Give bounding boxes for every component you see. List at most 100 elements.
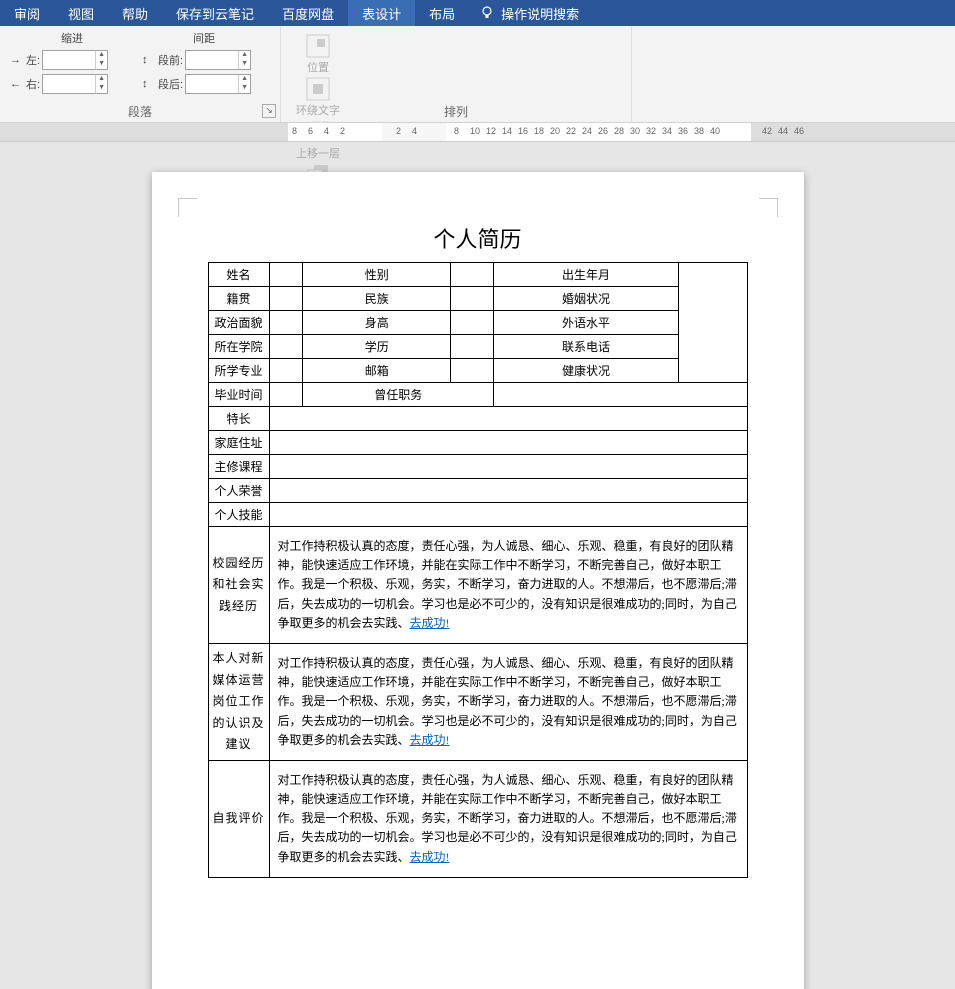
wrap-icon [305, 76, 331, 102]
cell-email-label[interactable]: 邮箱 [303, 359, 451, 383]
ruler-tick: 16 [518, 126, 528, 136]
spin-down[interactable]: ▼ [96, 60, 107, 69]
tab-baidu[interactable]: 百度网盘 [268, 0, 348, 26]
cell[interactable] [269, 503, 747, 527]
indent-right-spinner[interactable]: ▲▼ [42, 74, 108, 94]
cell-edu-label[interactable]: 学历 [303, 335, 451, 359]
space-after-spinner[interactable]: ▲▼ [185, 74, 251, 94]
cell-honor-label[interactable]: 个人荣誉 [208, 479, 269, 503]
cell-post-label[interactable]: 曾任职务 [303, 383, 494, 407]
tab-table-design[interactable]: 表设计 [348, 0, 415, 26]
tell-me-search[interactable]: 操作说明搜索 [469, 4, 589, 23]
cell[interactable] [269, 359, 303, 383]
ruler-tick: 30 [630, 126, 640, 136]
cell[interactable] [269, 263, 303, 287]
section-opinion-content[interactable]: 对工作持积极认真的态度，责任心强，为人诚恳、细心、乐观、稳重，有良好的团队精神，… [269, 643, 747, 760]
spin-up[interactable]: ▲ [96, 75, 107, 84]
ruler-tick: 18 [534, 126, 544, 136]
workspace[interactable]: 个人简历 姓名 性别 出生年月 籍贯 民族 婚姻状况 政治面貌 身高 外语水平 所在学院 学历… [0, 142, 955, 989]
section-campus-label[interactable]: 校园经历和社会实践经历 [208, 527, 269, 644]
cell[interactable] [269, 287, 303, 311]
lightbulb-icon [479, 5, 495, 21]
cell-ethnic-label[interactable]: 民族 [303, 287, 451, 311]
cell-lang-label[interactable]: 外语水平 [494, 311, 678, 335]
ruler-tick: 4 [412, 126, 417, 136]
cell-courses-label[interactable]: 主修课程 [208, 455, 269, 479]
spin-up[interactable]: ▲ [239, 75, 250, 84]
cell[interactable] [269, 311, 303, 335]
section-campus-content[interactable]: 对工作持积极认真的态度，责任心强，为人诚恳、细心、乐观、稳重，有良好的团队精神，… [269, 527, 747, 644]
cell-skill-label[interactable]: 个人技能 [208, 503, 269, 527]
cell[interactable] [269, 383, 303, 407]
cell[interactable] [451, 263, 494, 287]
cell-specialty-label[interactable]: 特长 [208, 407, 269, 431]
paragraph-launcher[interactable]: ↘ [262, 104, 276, 118]
space-after-input[interactable] [186, 75, 238, 93]
tab-view[interactable]: 视图 [54, 0, 108, 26]
indent-left-icon: → [10, 54, 26, 66]
horizontal-ruler[interactable]: 8642248101214161820222426283032343638404… [0, 123, 955, 142]
document-title[interactable]: 个人简历 [208, 222, 748, 254]
tab-help[interactable]: 帮助 [108, 0, 162, 26]
indent-title: 缩进 [10, 30, 134, 46]
cell-health-label[interactable]: 健康状况 [494, 359, 678, 383]
space-before-spinner[interactable]: ▲▼ [185, 50, 251, 70]
space-after-icon: ↕ [142, 78, 158, 90]
space-before-input[interactable] [186, 51, 238, 69]
link[interactable]: 去成功! [410, 850, 450, 864]
cell[interactable] [494, 383, 747, 407]
cell[interactable] [269, 407, 747, 431]
indent-right-input[interactable] [43, 75, 95, 93]
cell-address-label[interactable]: 家庭住址 [208, 431, 269, 455]
cell[interactable] [451, 311, 494, 335]
section-opinion-label[interactable]: 本人对新媒体运营岗位工作的认识及建议 [208, 643, 269, 760]
link[interactable]: 去成功! [410, 733, 450, 747]
cell[interactable] [269, 335, 303, 359]
photo-cell[interactable] [678, 263, 747, 383]
cell-marriage-label[interactable]: 婚姻状况 [494, 287, 678, 311]
tab-save-cloud[interactable]: 保存到云笔记 [162, 0, 268, 26]
group-arrange: 位置 环绕文字 上移一层 下移一层 选择窗格 对齐▾ 组合▾ 旋转▾ 排列 [281, 26, 632, 122]
cell-grad-label[interactable]: 毕业时间 [208, 383, 269, 407]
cell-birth-label[interactable]: 出生年月 [494, 263, 678, 287]
spacing-title: 间距 [142, 30, 266, 46]
indent-left-input[interactable] [43, 51, 95, 69]
cell[interactable] [269, 479, 747, 503]
document-page: 个人简历 姓名 性别 出生年月 籍贯 民族 婚姻状况 政治面貌 身高 外语水平 所在学院 学历… [152, 172, 804, 989]
cell-name-label[interactable]: 姓名 [208, 263, 269, 287]
indent-left-label: 左: [26, 52, 40, 68]
cell-college-label[interactable]: 所在学院 [208, 335, 269, 359]
ribbon-tabs: 审阅 视图 帮助 保存到云笔记 百度网盘 表设计 布局 操作说明搜索 [0, 0, 955, 26]
section-self-label[interactable]: 自我评价 [208, 760, 269, 877]
position-icon [305, 33, 331, 59]
margin-corner [759, 198, 778, 217]
resume-table[interactable]: 姓名性别出生年月 籍贯民族婚姻状况 政治面貌身高外语水平 所在学院学历联系电话 … [208, 262, 748, 878]
cell-phone-label[interactable]: 联系电话 [494, 335, 678, 359]
cell-height-label[interactable]: 身高 [303, 311, 451, 335]
cell[interactable] [451, 335, 494, 359]
spin-down[interactable]: ▼ [96, 84, 107, 93]
cell-native-label[interactable]: 籍贯 [208, 287, 269, 311]
cell-major-label[interactable]: 所学专业 [208, 359, 269, 383]
ruler-tick: 10 [470, 126, 480, 136]
ruler-tick: 20 [550, 126, 560, 136]
indent-right-icon: ← [10, 78, 26, 90]
section-self-content[interactable]: 对工作持积极认真的态度，责任心强，为人诚恳、细心、乐观、稳重，有良好的团队精神，… [269, 760, 747, 877]
ruler-tick: 2 [340, 126, 345, 136]
spin-up[interactable]: ▲ [96, 51, 107, 60]
tab-layout[interactable]: 布局 [415, 0, 469, 26]
tab-review[interactable]: 审阅 [0, 0, 54, 26]
spin-down[interactable]: ▼ [239, 60, 250, 69]
indent-left-spinner[interactable]: ▲▼ [42, 50, 108, 70]
cell-politic-label[interactable]: 政治面貌 [208, 311, 269, 335]
position-button[interactable]: 位置 [291, 32, 345, 75]
ruler-tick: 46 [794, 126, 804, 136]
cell-gender-label[interactable]: 性别 [303, 263, 451, 287]
spin-down[interactable]: ▼ [239, 84, 250, 93]
cell[interactable] [269, 431, 747, 455]
cell[interactable] [451, 359, 494, 383]
cell[interactable] [451, 287, 494, 311]
cell[interactable] [269, 455, 747, 479]
link[interactable]: 去成功! [410, 616, 450, 630]
spin-up[interactable]: ▲ [239, 51, 250, 60]
